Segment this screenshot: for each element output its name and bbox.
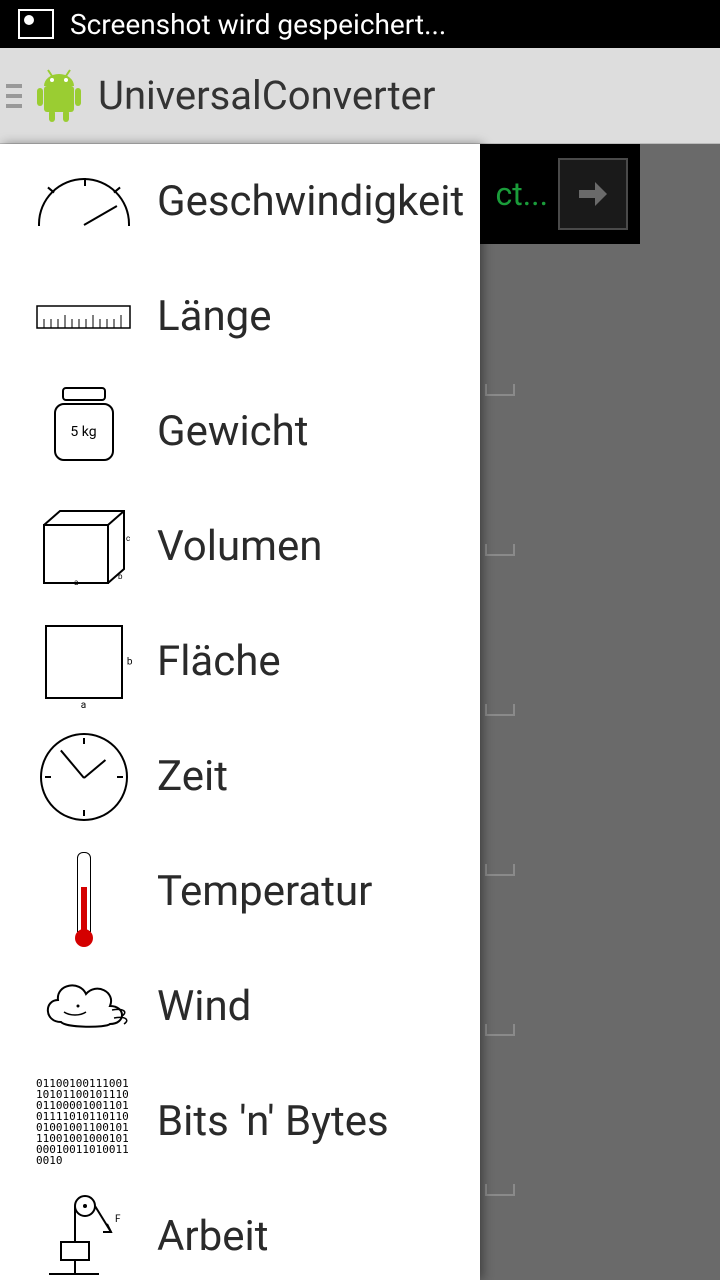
menu-item-label: Arbeit [157, 1212, 268, 1261]
menu-item-label: Volumen [157, 522, 322, 571]
cloud-wind-icon [36, 959, 131, 1054]
next-arrow-button[interactable] [558, 158, 628, 230]
menu-item-bits[interactable]: 0110010011100110101100101110011000010011… [0, 1064, 480, 1179]
speed-icon [36, 154, 131, 249]
screenshot-icon [18, 9, 54, 39]
thermometer-icon [36, 844, 131, 939]
arrow-right-icon [577, 180, 609, 208]
menu-item-temperature[interactable]: Temperatur [0, 834, 480, 949]
pulley-icon: F [36, 1189, 131, 1280]
background-hint-text: ct... [495, 175, 548, 213]
menu-item-label: Gewicht [157, 407, 309, 456]
svg-text:a: a [74, 578, 78, 587]
menu-item-label: Temperatur [157, 867, 372, 916]
android-logo-icon [34, 68, 84, 124]
svg-text:F: F [115, 1214, 121, 1225]
menu-item-length[interactable]: Länge [0, 259, 480, 374]
area-icon: a b [36, 614, 131, 709]
background-panel: ct... [480, 144, 640, 244]
menu-item-label: Länge [157, 292, 272, 341]
content-area: ct... Geschwindigkeit [0, 144, 720, 1280]
menu-item-label: Zeit [157, 752, 228, 801]
clock-icon [36, 729, 131, 824]
status-bar: Screenshot wird gespeichert... [0, 0, 720, 48]
app-bar: UniversalConverter [0, 48, 720, 144]
navigation-drawer: Geschwindigkeit Länge [0, 144, 480, 1280]
svg-text:b: b [118, 572, 123, 581]
menu-item-area[interactable]: a b Fläche [0, 604, 480, 719]
weight-icon-label: 5 kg [70, 424, 96, 440]
weight-icon: 5 kg [36, 384, 131, 479]
menu-item-volume[interactable]: a b c Volumen [0, 489, 480, 604]
menu-item-time[interactable]: Zeit [0, 719, 480, 834]
svg-text:c: c [126, 534, 130, 543]
hamburger-icon[interactable] [6, 84, 22, 108]
menu-item-label: Bits 'n' Bytes [157, 1097, 389, 1146]
status-text: Screenshot wird gespeichert... [70, 8, 446, 41]
cube-icon: a b c [36, 499, 131, 594]
ruler-icon [36, 269, 131, 364]
menu-item-wind[interactable]: Wind [0, 949, 480, 1064]
menu-item-work[interactable]: F Arbeit [0, 1179, 480, 1280]
app-title: UniversalConverter [98, 72, 435, 119]
binary-icon: 0110010011100110101100101110011000010011… [36, 1074, 131, 1169]
menu-item-label: Fläche [157, 637, 281, 686]
menu-item-label: Wind [157, 982, 251, 1031]
menu-item-weight[interactable]: 5 kg Gewicht [0, 374, 480, 489]
menu-item-label: Geschwindigkeit [157, 177, 464, 226]
menu-item-speed[interactable]: Geschwindigkeit [0, 144, 480, 259]
